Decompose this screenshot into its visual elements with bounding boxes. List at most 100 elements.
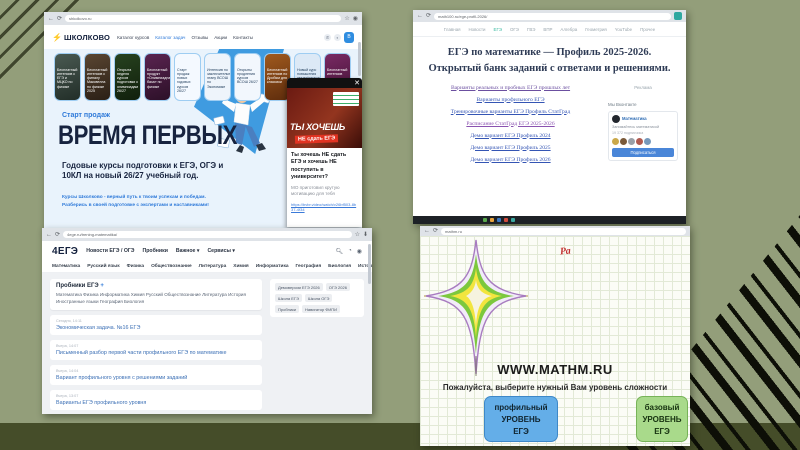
- help-icon[interactable]: ◔: [348, 248, 352, 254]
- nav-geometry[interactable]: Геометрия: [585, 27, 607, 32]
- nav-news[interactable]: Новости ЕГЭ / ОГЭ: [86, 248, 134, 254]
- back-icon[interactable]: ←: [48, 16, 54, 22]
- download-icon[interactable]: ⬇: [363, 232, 368, 238]
- post-title[interactable]: Письменный разбор первой части профильно…: [56, 350, 256, 356]
- video-thumbnail[interactable]: ТЫ ХОЧЕШЬ НЕ сдать ЕГЭ: [287, 88, 362, 148]
- bookmark-icon[interactable]: ☆: [355, 232, 360, 238]
- tag-fipi-navigator[interactable]: Навигатор ФИПИ: [302, 305, 341, 313]
- taskbar-icon[interactable]: [497, 218, 501, 222]
- post-item[interactable]: Сегодня, 14:11 Экономическая задача. №16…: [50, 314, 262, 335]
- story-card[interactable]: Бесплатный интенсив к финалу Максвелла п…: [84, 53, 111, 101]
- story-card[interactable]: Бесплатный интенсив к ЕГЭ и МЦКО по физи…: [54, 53, 81, 101]
- nav-vpr[interactable]: ВПР: [543, 27, 552, 32]
- reload-icon[interactable]: ⟳: [57, 16, 62, 22]
- tag-demo-ege[interactable]: Демоверсии ЕГЭ 2026: [275, 283, 323, 291]
- post-item[interactable]: Вчера, 14:07 Письменный разбор первой ча…: [50, 339, 262, 360]
- story-card[interactable]: Бесплатный продукт «Олимпиадная база» по…: [144, 53, 171, 101]
- subject-geography[interactable]: География: [296, 264, 322, 269]
- post-title[interactable]: Варианты ЕГЭ профильного уровня: [56, 400, 256, 406]
- plus-icon[interactable]: +: [100, 283, 104, 289]
- nav-important[interactable]: Важное ▾: [176, 248, 200, 254]
- nav-youtube[interactable]: YouTube: [615, 27, 632, 32]
- link-variants-profile[interactable]: Варианты профильного ЕГЭ: [413, 97, 608, 103]
- hero-link-2[interactable]: Разберись в своей подготовке с экспертам…: [62, 203, 209, 208]
- search-icon[interactable]: 🔍︎: [336, 248, 344, 255]
- probniki-box-subjects[interactable]: Математика Физика Информатика Химия Русс…: [56, 292, 256, 306]
- profile-level-button[interactable]: профильный УРОВЕНЬ ЕГЭ: [484, 396, 558, 442]
- subject-chemistry[interactable]: Химия: [233, 264, 248, 269]
- address-bar[interactable]: shkolkovo.ru: [65, 15, 342, 22]
- story-card[interactable]: Открыты продления курсов ВСОШ 26/27: [234, 53, 261, 101]
- link-demo-2024[interactable]: Демо вариант ЕГЭ Профиль 2024: [413, 133, 608, 139]
- subject-russian[interactable]: Русский язык: [87, 264, 119, 269]
- theme-icon[interactable]: ◐: [334, 33, 341, 41]
- nav-catalog-tasks[interactable]: Каталог задач: [155, 35, 185, 40]
- 4ege-logo[interactable]: 4ЕГЭ: [52, 246, 78, 257]
- address-bar[interactable]: mathm.ru: [441, 227, 686, 235]
- link-demo-2025[interactable]: Демо вариант ЕГЭ Профиль 2025: [413, 145, 608, 151]
- taskbar-icon[interactable]: [504, 218, 508, 222]
- post-title[interactable]: Вариант профильного уровня с решениями з…: [56, 375, 256, 381]
- link-statgrad-schedule[interactable]: Расписание СтатГрад ЕГЭ 2025-2026: [413, 121, 608, 127]
- nav-promos[interactable]: Акции: [214, 35, 227, 40]
- subject-physics[interactable]: Физика: [127, 264, 144, 269]
- vk-group-name[interactable]: Математика: [622, 116, 647, 121]
- post-title[interactable]: Экономическая задача. №16 ЕГЭ: [56, 325, 256, 331]
- post-item[interactable]: Вчера, 14:04 Вариант профильного уровня …: [50, 364, 262, 385]
- extension-icon[interactable]: [674, 12, 682, 20]
- base-level-button[interactable]: базовый УРОВЕНЬ ЕГЭ: [636, 396, 688, 442]
- reload-icon[interactable]: ⟳: [433, 228, 438, 234]
- subject-biology[interactable]: Биология: [328, 264, 351, 269]
- tag-school-ege[interactable]: Школа ЕГЭ: [275, 294, 302, 302]
- link-statgrad-training[interactable]: Тренировочные варианты ЕГЭ Профиль СтатГ…: [413, 109, 608, 115]
- nav-oge[interactable]: ОГЭ: [510, 27, 519, 32]
- nav-services[interactable]: Сервисы ▾: [207, 248, 235, 254]
- nav-catalog-courses[interactable]: Каталог курсов: [117, 35, 149, 40]
- subject-informatics[interactable]: Информатика: [256, 264, 289, 269]
- nav-reviews[interactable]: Отзывы: [191, 35, 208, 40]
- vk-group-avatar[interactable]: [612, 114, 620, 123]
- taskbar-icon[interactable]: [483, 218, 487, 222]
- address-bar[interactable]: 4ege.ru/trening-matematika/: [63, 231, 352, 238]
- bookmark-icon[interactable]: ☆: [344, 16, 349, 22]
- taskbar-icon[interactable]: [490, 218, 494, 222]
- hero-link-1[interactable]: Курсы Школково - верный путь к твоим усп…: [62, 195, 206, 200]
- nav-gve[interactable]: ГВЭ: [527, 27, 535, 32]
- subject-social[interactable]: Обществознание: [151, 264, 192, 269]
- taskbar-icon[interactable]: [511, 218, 515, 222]
- back-icon[interactable]: ←: [46, 232, 52, 238]
- nav-algebra[interactable]: Алгебра: [560, 27, 577, 32]
- tag-oge[interactable]: ОГЭ 2026: [325, 283, 350, 291]
- phone-icon[interactable]: ✆: [324, 33, 331, 41]
- link-variants-past[interactable]: Варианты реальных и пробных ЕГЭ прошлых …: [413, 85, 608, 91]
- reload-icon[interactable]: ⟳: [55, 232, 60, 238]
- scrollbar[interactable]: [358, 42, 361, 76]
- nav-news[interactable]: Новости: [469, 27, 486, 32]
- address-bar[interactable]: math100.ru/ege-profil-2026/: [434, 12, 671, 20]
- windows-taskbar[interactable]: [413, 216, 686, 224]
- nav-probniki[interactable]: Пробники: [143, 248, 168, 254]
- tag-school-oge[interactable]: Школа ОГЭ: [304, 294, 333, 302]
- subject-math[interactable]: Математика: [52, 264, 80, 269]
- account-icon[interactable]: ◉: [357, 248, 362, 255]
- vk-subscribe-button[interactable]: Подписаться: [612, 147, 674, 157]
- shkolkovo-logo[interactable]: ⚡ ШКОЛКОВО: [52, 33, 110, 42]
- link-demo-2026[interactable]: Демо вариант ЕГЭ Профиль 2026: [413, 157, 608, 163]
- nav-other[interactable]: Прочее: [640, 27, 655, 32]
- story-card[interactable]: Интенсив по заключительному этапу ВСОШ п…: [204, 53, 231, 101]
- profile-icon[interactable]: ◉: [353, 16, 358, 22]
- nav-ege[interactable]: ЕГЭ: [494, 27, 502, 32]
- nav-home[interactable]: Главная: [444, 27, 461, 32]
- back-icon[interactable]: ←: [424, 228, 430, 234]
- story-card[interactable]: Старт продаж новых годовых курсов 26/27: [174, 53, 201, 101]
- login-button[interactable]: В: [344, 31, 354, 43]
- post-item[interactable]: Вчера, 13:07 Варианты ЕГЭ профильного ур…: [50, 389, 262, 410]
- scrollbar[interactable]: [368, 244, 371, 284]
- tag-probniki[interactable]: Пробники: [275, 305, 300, 313]
- popup-link[interactable]: https://bvbr.video/watch/v26bf503-8b37-4…: [291, 202, 358, 212]
- story-card[interactable]: Открыта неделя курсов подготовки к олимп…: [114, 53, 141, 101]
- subject-literature[interactable]: Литература: [199, 264, 227, 269]
- close-icon[interactable]: ✕: [354, 80, 360, 87]
- reload-icon[interactable]: ⟳: [426, 13, 431, 19]
- nav-contacts[interactable]: Контакты: [233, 35, 253, 40]
